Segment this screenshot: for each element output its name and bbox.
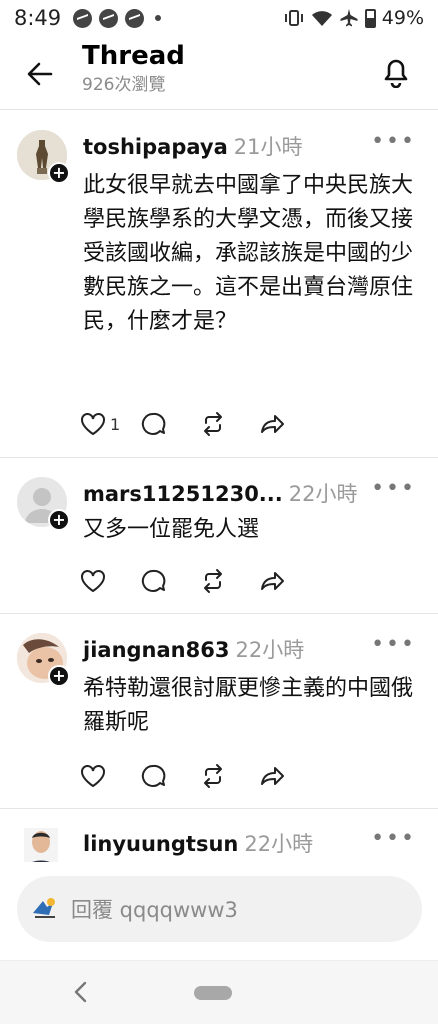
username[interactable]: jiangnan863 — [83, 638, 229, 662]
view-count: 926次瀏覽 — [82, 75, 166, 95]
username[interactable]: mars11251230... — [83, 482, 283, 506]
share-arrow-icon — [261, 572, 284, 590]
reply-button[interactable] — [140, 407, 200, 441]
wifi-icon — [311, 11, 332, 26]
heart-icon — [81, 765, 105, 788]
nav-home-pill[interactable] — [194, 986, 232, 1000]
airplane-icon — [340, 9, 358, 27]
arrow-left-icon — [27, 62, 53, 86]
more-options-button[interactable]: ••• — [371, 826, 416, 851]
like-button[interactable]: 1 — [80, 407, 140, 441]
system-icons: 49% — [283, 7, 424, 29]
username[interactable]: linyuungtsun — [83, 832, 238, 856]
follow-plus-icon[interactable]: + — [48, 665, 70, 687]
back-button[interactable] — [20, 54, 60, 94]
battery-icon — [364, 8, 376, 28]
reply-button[interactable] — [140, 564, 200, 598]
post-header: linyuungtsun 22小時 — [83, 828, 313, 858]
comment-icon — [141, 412, 166, 435]
timestamp: 22小時 — [288, 482, 358, 506]
post-header: mars11251230... 22小時 — [83, 478, 357, 508]
messenger-icon — [73, 8, 93, 28]
messenger-icon — [99, 8, 119, 28]
like-button[interactable] — [80, 564, 140, 598]
more-options-button[interactable]: ••• — [371, 632, 416, 657]
post: + jiangnan863 22小時 ••• 希特勒還很討厭更慘主義的中國俄羅斯呢 — [0, 614, 438, 809]
comment-icon — [141, 764, 166, 787]
post-header: jiangnan863 22小時 — [83, 634, 304, 664]
post-actions: 1 — [80, 407, 320, 441]
timestamp: 21小時 — [233, 135, 303, 159]
post-text: 此女很早就去中國拿了中央民族大學民族學系的大學文憑，而後又接受該國收編，承認該族… — [83, 173, 414, 334]
reply-placeholder: 回覆 qqqqwww3 — [71, 898, 238, 922]
post: + toshipapaya 21小時 ••• 此女很早就去中國拿了中央民族大學民族… — [0, 111, 438, 458]
battery-percent: 49% — [381, 7, 424, 29]
timestamp: 22小時 — [235, 638, 305, 662]
man-avatar-image — [24, 828, 58, 862]
user-avatar-icon — [29, 893, 61, 925]
bell-icon — [384, 59, 408, 88]
notification-button[interactable] — [376, 52, 416, 92]
repost-icon — [204, 569, 222, 593]
post-header: toshipapaya 21小時 — [83, 131, 302, 161]
avatar[interactable] — [24, 828, 58, 862]
reply-button[interactable] — [140, 759, 200, 793]
like-button[interactable] — [80, 759, 140, 793]
username[interactable]: toshipapaya — [83, 135, 228, 159]
follow-plus-icon[interactable]: + — [48, 162, 70, 184]
status-bar: 8:49 49% — [0, 0, 438, 36]
post-text: 希特勒還很討厭更慘主義的中國俄羅斯呢 — [83, 676, 414, 735]
share-button[interactable] — [260, 407, 320, 441]
more-options-button[interactable]: ••• — [371, 476, 416, 501]
share-button[interactable] — [260, 759, 320, 793]
page-title: Thread — [82, 41, 185, 71]
notification-icons — [73, 8, 162, 28]
post-actions — [80, 759, 320, 793]
like-count: 1 — [110, 414, 121, 434]
post-actions — [80, 564, 320, 598]
heart-icon — [81, 570, 105, 593]
repost-button[interactable] — [200, 759, 260, 793]
follow-plus-icon[interactable]: + — [48, 509, 70, 531]
title-block: Thread 926次瀏覽 — [82, 39, 185, 97]
status-time: 8:49 — [14, 6, 62, 30]
header: Thread 926次瀏覽 — [0, 36, 438, 110]
comment-icon — [141, 569, 166, 592]
share-arrow-icon — [261, 767, 284, 785]
share-button[interactable] — [260, 564, 320, 598]
more-options-button[interactable]: ••• — [371, 129, 416, 154]
repost-button[interactable] — [200, 407, 260, 441]
timestamp: 22小時 — [244, 832, 314, 856]
share-arrow-icon — [261, 415, 284, 433]
nav-back-icon[interactable] — [68, 977, 92, 1007]
repost-icon — [204, 412, 222, 436]
more-notifications-icon — [155, 15, 162, 21]
messenger-icon — [125, 8, 145, 28]
reply-input[interactable]: 回覆 qqqqwww3 — [17, 876, 422, 942]
system-nav-bar — [0, 960, 438, 1024]
post: + mars11251230... 22小時 ••• 又多一位罷免人選 — [0, 458, 438, 614]
repost-button[interactable] — [200, 564, 260, 598]
repost-icon — [204, 764, 222, 788]
vibrate-icon — [284, 10, 303, 26]
post: linyuungtsun 22小時 ••• — [0, 810, 438, 862]
post-text: 又多一位罷免人選 — [83, 517, 260, 542]
heart-icon — [81, 413, 105, 436]
